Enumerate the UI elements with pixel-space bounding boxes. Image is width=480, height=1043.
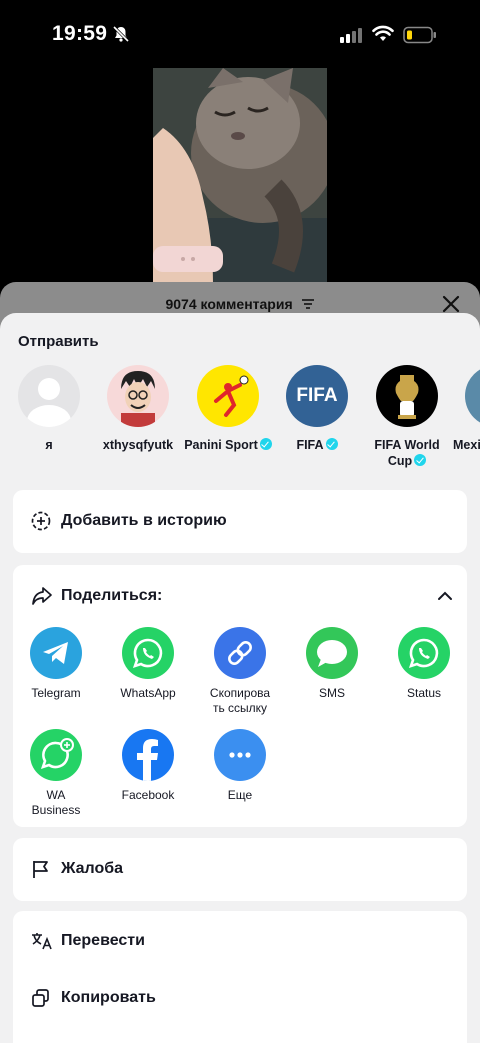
comments-count: 9074 комментария [165, 296, 293, 312]
share-sms-button[interactable]: SMS [286, 627, 378, 701]
video-player[interactable] [153, 68, 327, 283]
share-wa-business-button[interactable]: WA Business [10, 729, 102, 818]
contact-name-line2: Cup [387, 454, 413, 468]
avatar [197, 365, 259, 427]
copy-icon [31, 988, 51, 1013]
chevron-up-icon[interactable] [437, 589, 453, 607]
add-to-story-label: Добавить в историю [61, 512, 227, 529]
app-label: Еще [227, 788, 253, 802]
sort-filter-icon[interactable] [301, 297, 315, 313]
contact-name: FIFA [296, 438, 324, 452]
add-to-story-button[interactable]: Добавить в историю [13, 490, 467, 553]
translate-icon [31, 931, 53, 956]
app-label-line2: ть ссылку [212, 701, 268, 715]
wa-business-icon [30, 729, 82, 781]
app-label-line1: WA [46, 788, 66, 802]
app-label: Telegram [31, 686, 81, 700]
copy-link-button[interactable]: Скопирова ть ссылку [194, 627, 286, 716]
avatar [18, 365, 80, 427]
add-circle-icon [31, 511, 51, 536]
link-icon [214, 627, 266, 679]
send-to-label: Отправить [18, 333, 99, 350]
report-button[interactable]: Жалоба [13, 838, 467, 901]
wifi-icon [372, 25, 394, 48]
app-label-line1: Скопирова [209, 686, 271, 700]
share-to-panel: Поделиться: Telegram WhatsApp Скопирова … [13, 565, 467, 827]
contact-name: я [45, 438, 53, 452]
status-time: 19:59 [52, 22, 108, 45]
comments-header: 9074 комментария [0, 296, 480, 313]
telegram-icon [30, 627, 82, 679]
fifa-logo: FIFA [296, 385, 338, 406]
contact-name-line1: FIFA World [374, 438, 440, 452]
verified-badge-icon [414, 454, 427, 466]
verified-badge-icon [325, 438, 338, 450]
report-label: Жалоба [61, 860, 124, 877]
avatar [107, 365, 169, 427]
flag-icon [31, 859, 51, 884]
share-sheet: Отправить я xthysqfyutk Panini Sport FIF… [0, 313, 480, 1043]
app-label: WhatsApp [120, 686, 176, 700]
sms-icon [306, 627, 358, 679]
app-label: SMS [318, 686, 345, 700]
extra-actions-panel: Перевести Копировать [13, 911, 467, 1043]
contact-mexi[interactable]: Mexi [441, 365, 480, 453]
contacts-row[interactable]: я xthysqfyutk Panini Sport FIFA FIFA FIF… [0, 365, 480, 485]
copy-label: Копировать [61, 989, 156, 1006]
share-facebook-button[interactable]: Facebook [102, 729, 194, 803]
translate-button[interactable]: Перевести [13, 911, 467, 969]
cellular-signal-icon [340, 27, 364, 48]
status-bar: 19:59 [0, 0, 480, 68]
app-label-line2: Business [31, 803, 81, 817]
avatar [465, 365, 480, 427]
share-arrow-icon [31, 586, 53, 611]
whatsapp-status-icon [398, 627, 450, 679]
share-to-label: Поделиться: [61, 587, 163, 604]
copy-button[interactable]: Копировать [13, 969, 467, 1027]
contact-name: xthysqfyutk [102, 438, 174, 452]
avatar [376, 365, 438, 427]
app-label: Facebook [121, 788, 175, 802]
translate-label: Перевести [61, 932, 145, 949]
video-frame-image [153, 68, 327, 283]
battery-low-icon [403, 26, 437, 49]
contact-name: Mexi [453, 438, 480, 452]
bell-muted-icon [112, 25, 130, 48]
more-dots-icon [214, 729, 266, 781]
facebook-icon [122, 729, 174, 781]
share-status-button[interactable]: Status [378, 627, 470, 701]
avatar: FIFA [286, 365, 348, 427]
app-label: Status [406, 686, 442, 700]
share-more-button[interactable]: Еще [194, 729, 286, 803]
share-whatsapp-button[interactable]: WhatsApp [102, 627, 194, 701]
share-telegram-button[interactable]: Telegram [10, 627, 102, 701]
whatsapp-icon [122, 627, 174, 679]
contact-name: Panini Sport [184, 438, 258, 452]
